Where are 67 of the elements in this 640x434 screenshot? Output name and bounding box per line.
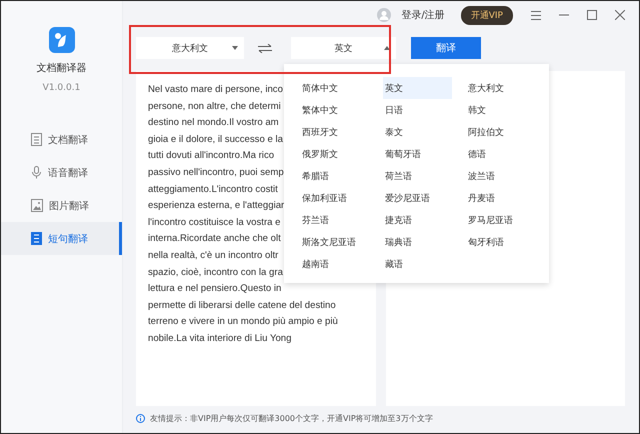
- language-option[interactable]: 英文: [383, 77, 452, 99]
- language-option[interactable]: 匈牙利语: [466, 231, 535, 253]
- text-line: passivo nell'incontro, puoi semp: [148, 166, 284, 180]
- language-option[interactable]: 保加利亚语: [300, 187, 369, 209]
- language-option[interactable]: 意大利文: [466, 77, 535, 99]
- translate-button[interactable]: 翻译: [411, 37, 481, 59]
- text-line: persone, non altre, che determi: [148, 100, 281, 114]
- language-option[interactable]: 繁体中文: [300, 99, 369, 121]
- language-option[interactable]: 斯洛文尼亚语: [300, 231, 369, 253]
- close-icon[interactable]: [615, 10, 625, 20]
- info-icon: [136, 414, 145, 423]
- login-link[interactable]: 登录/注册: [401, 8, 445, 22]
- target-language-select[interactable]: 英文: [291, 37, 396, 59]
- menu-icon[interactable]: [531, 10, 541, 20]
- image-icon: [31, 199, 43, 212]
- microphone-icon: [31, 166, 42, 179]
- language-option[interactable]: 希腊语: [300, 165, 369, 187]
- language-option[interactable]: 韩文: [466, 99, 535, 121]
- sidebar-item[interactable]: 短句翻译: [1, 222, 122, 255]
- document-icon: [31, 133, 42, 146]
- language-option[interactable]: 爱沙尼亚语: [383, 187, 452, 209]
- language-option[interactable]: 瑞典语: [383, 231, 452, 253]
- footer-tip: 友情提示：非VIP用户每次仅可翻译3000个文字，开通VIP将可增加至3万个文字: [150, 413, 433, 424]
- caret-icon: [384, 46, 390, 50]
- language-option[interactable]: 丹麦语: [466, 187, 535, 209]
- text-icon: [31, 232, 42, 245]
- text-line: nella realtà, c'è un incontro oltr: [148, 248, 278, 263]
- language-option[interactable]: 阿拉伯文: [466, 121, 535, 143]
- app-logo: [48, 27, 74, 53]
- text-line: terreno e vivere in un mondo più ampio e più: [148, 315, 338, 330]
- sidebar-item[interactable]: 文档翻译: [1, 123, 122, 156]
- caret-icon: [232, 46, 238, 50]
- sidebar-item[interactable]: 图片翻译: [1, 189, 122, 222]
- text-line: l'incontro costituisce la vostra e: [148, 216, 280, 230]
- language-option[interactable]: 俄罗斯文: [300, 143, 369, 165]
- app-version: V1.0.0.1: [42, 83, 80, 93]
- language-option[interactable]: 波兰语: [466, 165, 535, 187]
- app-name: 文档翻译器: [36, 62, 86, 75]
- text-line: tutti dovuti all'incontro.Ma rico: [148, 149, 274, 164]
- sidebar-item[interactable]: 语音翻译: [1, 156, 122, 189]
- text-line: spazio, cioè, incontro con la gra: [148, 266, 283, 280]
- language-option[interactable]: 日语: [383, 99, 452, 121]
- vip-button[interactable]: 开通VIP: [460, 6, 513, 24]
- language-option[interactable]: 泰文: [383, 121, 452, 143]
- swap-icon[interactable]: [258, 44, 272, 52]
- text-line: esperienza esterna, e l'atteggiar: [148, 199, 284, 214]
- language-option[interactable]: 简体中文: [300, 77, 369, 99]
- language-option[interactable]: 藏语: [383, 253, 452, 275]
- text-line: atteggiamento.L'incontro costit: [148, 182, 278, 197]
- text-line: gioia e il dolore, il successo e la: [148, 132, 283, 147]
- text-line: Nel vasto mare di persone, inco: [148, 83, 283, 97]
- language-option[interactable]: 罗马尼亚语: [466, 209, 535, 231]
- language-option[interactable]: 葡萄牙语: [383, 143, 452, 165]
- text-line: destino nel mondo.Il vostro am: [148, 116, 279, 130]
- text-line: nobile.La vita interiore di Liu Yong: [148, 332, 292, 346]
- language-option[interactable]: 荷兰语: [383, 165, 452, 187]
- maximize-icon[interactable]: [587, 10, 597, 20]
- text-line: permette di liberarsi delle catene del destino: [148, 298, 336, 313]
- language-option[interactable]: 捷克语: [383, 209, 452, 231]
- source-language-select[interactable]: 意大利文: [136, 37, 244, 59]
- text-line: interna.Ricordate anche che olt: [148, 232, 281, 246]
- language-option[interactable]: 芬兰语: [300, 209, 369, 231]
- text-line: lettura e nel pensiero.Questo in: [148, 282, 282, 296]
- language-option[interactable]: 越南语: [300, 253, 369, 275]
- language-option[interactable]: 西班牙文: [300, 121, 369, 143]
- minimize-icon[interactable]: [559, 14, 569, 16]
- language-option[interactable]: 德语: [466, 143, 535, 165]
